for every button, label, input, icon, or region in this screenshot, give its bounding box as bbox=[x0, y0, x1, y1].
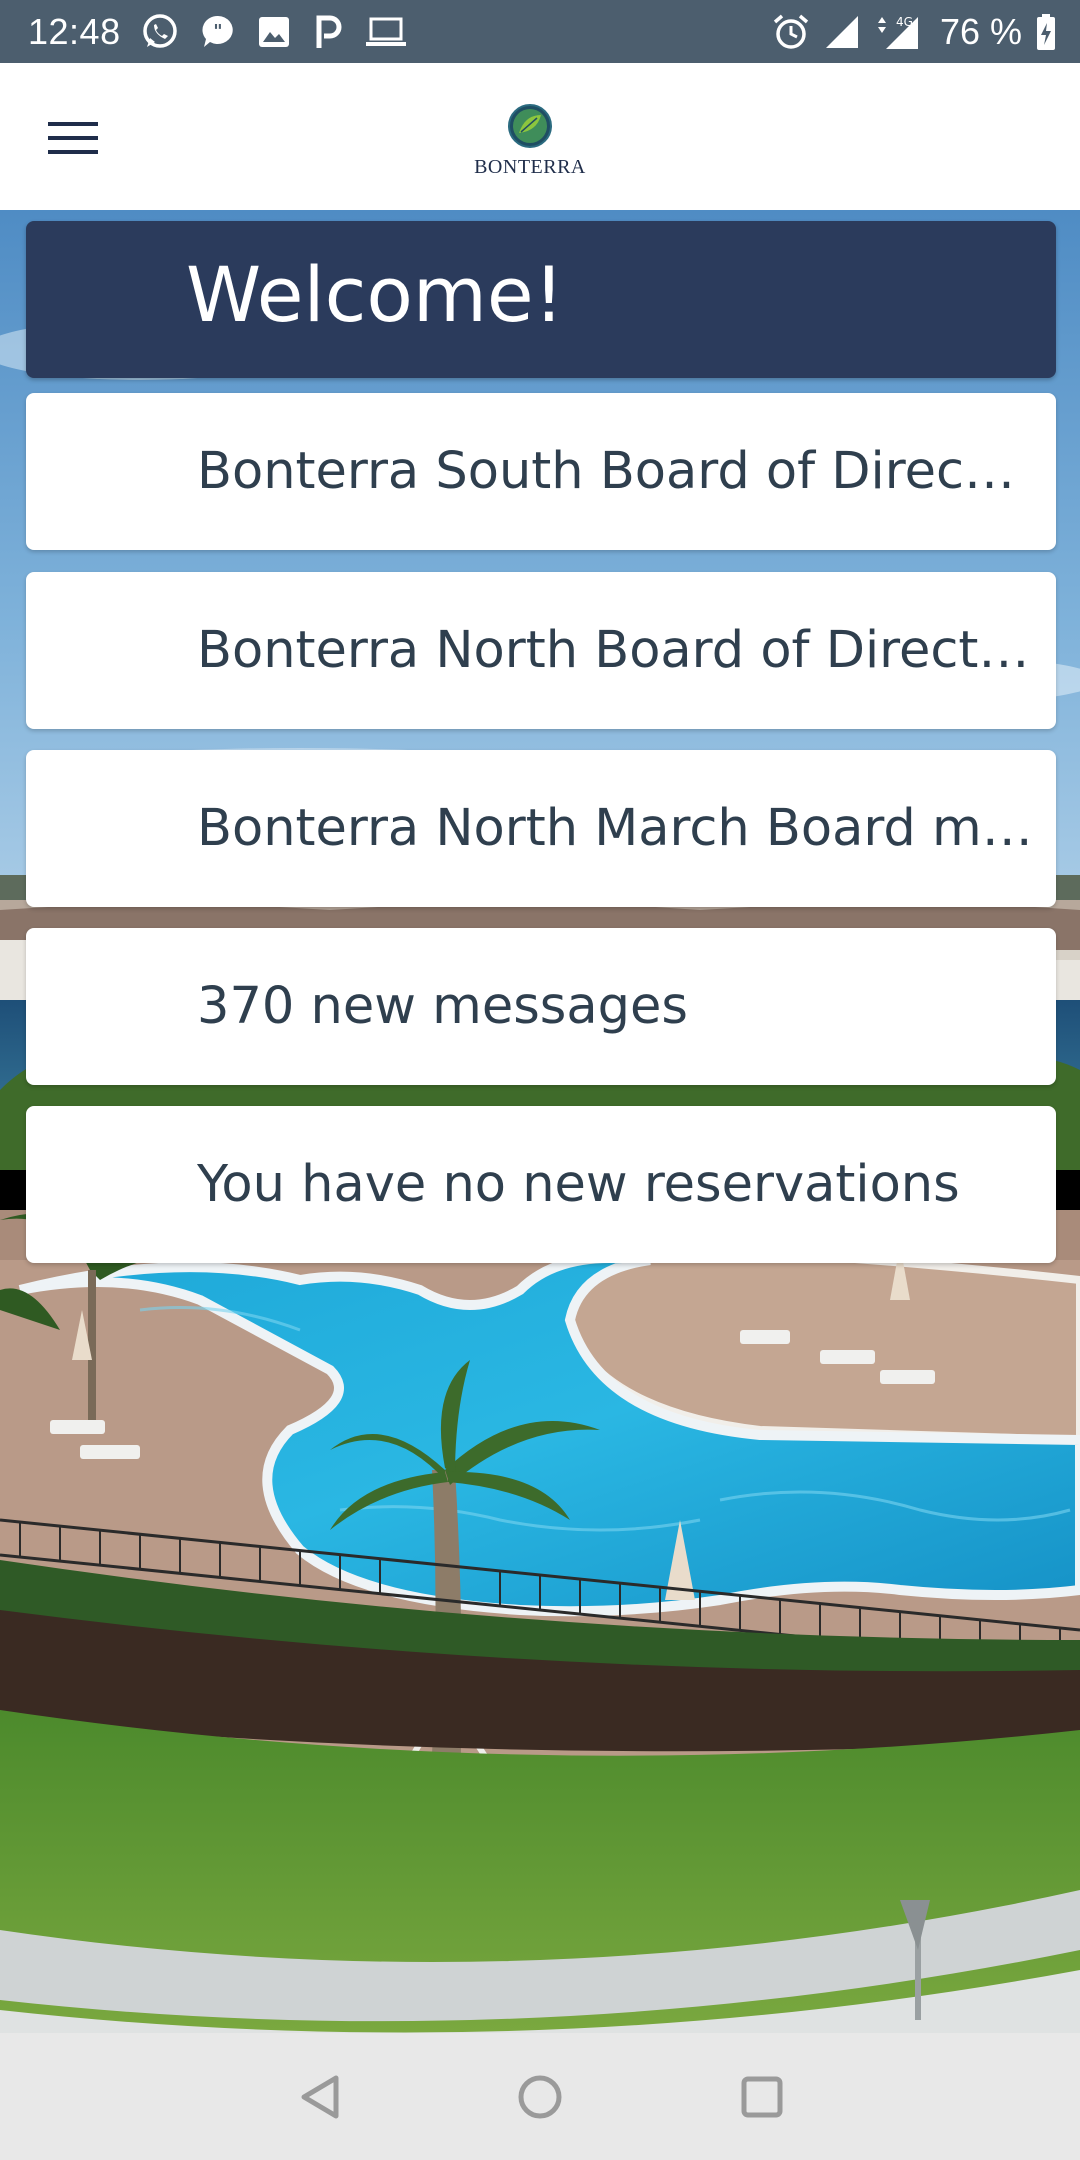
network-label: 4G bbox=[896, 15, 913, 29]
system-navigation-bar bbox=[0, 2033, 1080, 2160]
bonterra-globe-icon bbox=[508, 104, 552, 148]
messages-card[interactable]: 370 new messages bbox=[26, 928, 1056, 1085]
app-header: BONTERRA bbox=[0, 63, 1080, 210]
signal-icon bbox=[824, 14, 860, 50]
card-text: Bonterra North Board of Directors Meetin… bbox=[197, 621, 1034, 680]
notification-icons: " bbox=[141, 13, 407, 51]
reservations-card[interactable]: You have no new reservations bbox=[26, 1106, 1056, 1263]
card-text: You have no new reservations bbox=[197, 1155, 960, 1214]
hamburger-menu-icon bbox=[48, 122, 98, 154]
hamburger-menu-button[interactable] bbox=[34, 103, 114, 173]
svg-text:": " bbox=[213, 21, 222, 42]
recents-button[interactable] bbox=[720, 2055, 804, 2139]
back-triangle-icon bbox=[301, 2075, 339, 2119]
card-text: 370 new messages bbox=[197, 977, 688, 1036]
laptop-icon bbox=[365, 15, 407, 49]
status-time: 12:48 bbox=[28, 10, 121, 52]
card-text: Bonterra North March Board meeting bbox=[197, 799, 1034, 858]
announcement-card-north-march-board[interactable]: Bonterra North March Board meeting bbox=[26, 750, 1056, 907]
4g-data-icon: 4G bbox=[874, 13, 920, 51]
bonterra-logo: BONTERRA bbox=[465, 103, 595, 193]
home-button[interactable] bbox=[498, 2055, 582, 2139]
card-text: Bonterra South Board of Directors Meetin… bbox=[197, 442, 1034, 501]
parking-icon bbox=[313, 14, 343, 50]
whatsapp-icon bbox=[141, 13, 179, 51]
battery-charging-icon bbox=[1036, 13, 1056, 51]
battery-percent: 76 % bbox=[939, 10, 1022, 52]
welcome-banner: Welcome! bbox=[26, 221, 1056, 378]
back-button[interactable] bbox=[278, 2055, 362, 2139]
home-circle-icon bbox=[518, 2075, 562, 2119]
announcement-card-north-board[interactable]: Bonterra North Board of Directors Meetin… bbox=[26, 572, 1056, 729]
alarm-icon bbox=[772, 13, 810, 51]
recents-square-icon bbox=[741, 2076, 783, 2118]
system-status-icons: 4G 76 % bbox=[772, 11, 1056, 53]
message-quote-icon: " bbox=[201, 14, 235, 50]
image-icon bbox=[257, 15, 291, 49]
logo-wordmark: BONTERRA bbox=[474, 156, 586, 178]
announcement-card-south-board[interactable]: Bonterra South Board of Directors Meetin… bbox=[26, 393, 1056, 550]
welcome-title: Welcome! bbox=[186, 250, 565, 339]
status-bar: 12:48 " 4G 76 % bbox=[0, 0, 1080, 63]
